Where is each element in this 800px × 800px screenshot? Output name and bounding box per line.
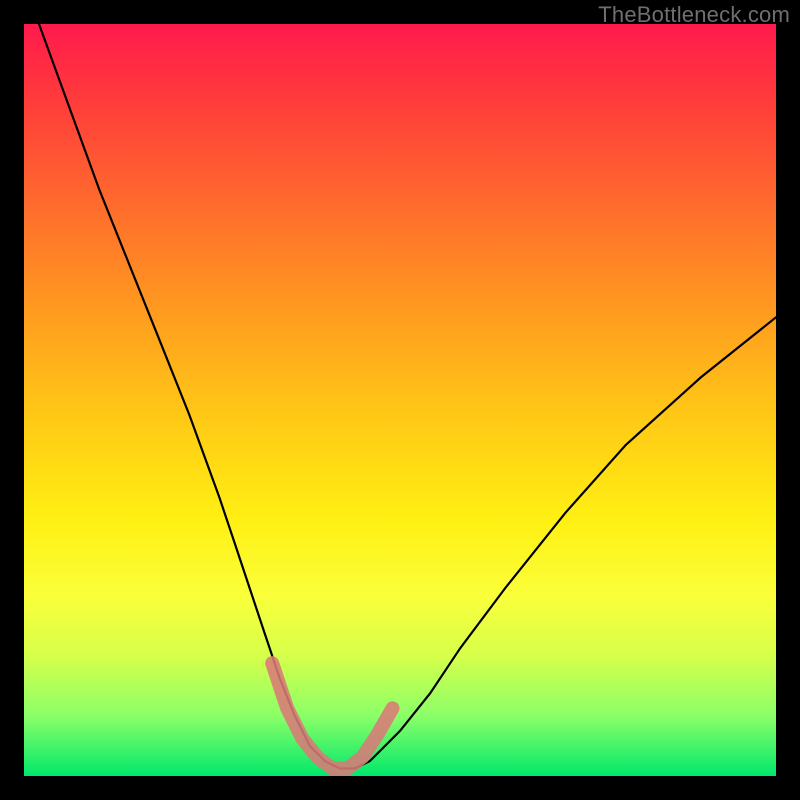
bottleneck-curve bbox=[39, 24, 776, 769]
bottleneck-chart bbox=[24, 24, 776, 776]
optimal-range-marker bbox=[272, 663, 392, 768]
